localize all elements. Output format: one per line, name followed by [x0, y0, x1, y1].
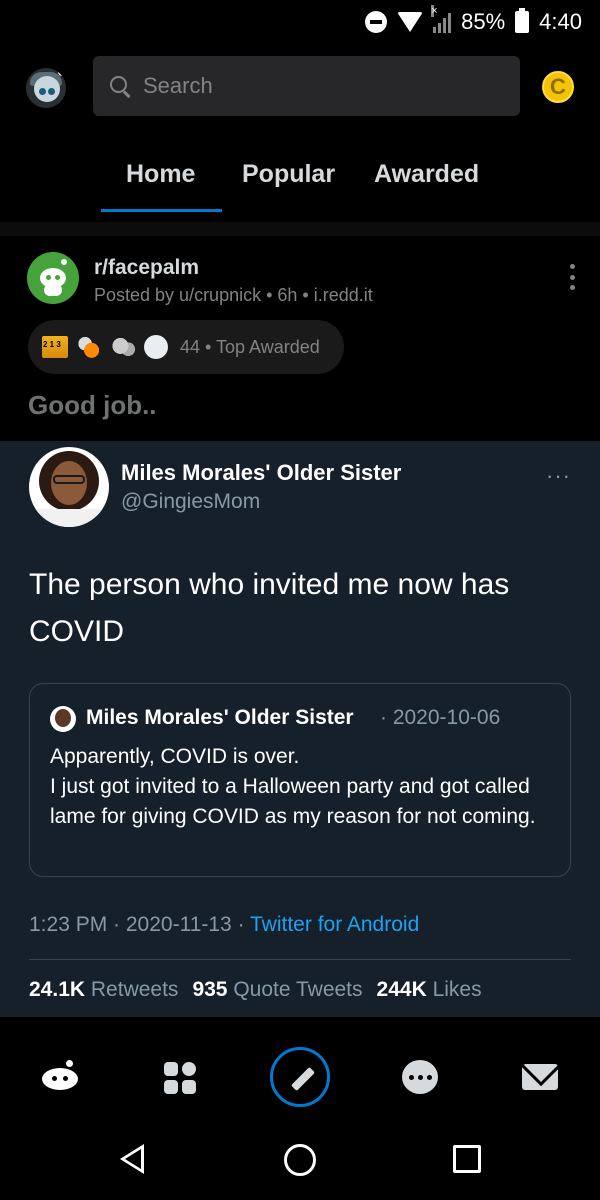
post-image-tweet[interactable]: Miles Morales' Older Sister @GingiesMom …	[0, 441, 600, 1017]
quotes-label: Quote Tweets	[233, 978, 363, 1001]
battery-icon	[515, 8, 530, 33]
tab-awarded[interactable]: Awarded	[374, 160, 479, 189]
quoted-text: Apparently, COVID is over. I just got in…	[50, 742, 550, 832]
pencil-icon	[290, 1066, 316, 1092]
retweets-label: Retweets	[90, 978, 179, 1001]
tab-popular[interactable]: Popular	[242, 160, 335, 189]
quoted-avatar	[50, 706, 76, 732]
search-bar[interactable]	[93, 56, 520, 116]
tweet-avatar	[29, 447, 109, 527]
tweet-source: Twitter for Android	[250, 913, 420, 936]
system-nav-bar	[0, 1120, 600, 1200]
quoted-text-line-1: Apparently, COVID is over.	[50, 745, 300, 768]
search-input[interactable]	[143, 73, 483, 99]
back-icon[interactable]	[120, 1144, 144, 1174]
post-title[interactable]: Good job..	[28, 390, 157, 421]
tweet-author-name: Miles Morales' Older Sister	[121, 460, 402, 485]
do-not-disturb-icon	[365, 11, 388, 33]
clock: 4:40	[539, 9, 582, 34]
user-avatar[interactable]	[26, 68, 66, 108]
signal-icon: ×	[431, 5, 452, 33]
tab-home[interactable]: Home	[126, 160, 195, 189]
wifi-icon	[397, 12, 424, 32]
recents-square-icon[interactable]	[453, 1145, 481, 1173]
chat-icon[interactable]	[402, 1060, 438, 1094]
search-icon	[109, 75, 131, 97]
awards-count: 44	[180, 336, 201, 357]
podium-award-icon	[42, 336, 68, 358]
inbox-mail-icon[interactable]	[522, 1064, 558, 1090]
status-bar: × 85% 4:40	[0, 0, 600, 44]
silver-award-icon	[144, 335, 168, 359]
likes-label: Likes	[432, 978, 482, 1001]
retweets-count: 24.1K	[29, 978, 86, 1001]
battery-percent: 85%	[461, 9, 506, 34]
quotes-count: 935	[192, 978, 228, 1001]
quoted-tweet: Miles Morales' Older Sister · 2020-10-06…	[29, 683, 571, 877]
subreddit-name[interactable]: r/facepalm	[94, 256, 199, 280]
quoted-author-name: Miles Morales' Older Sister	[86, 706, 354, 729]
create-post-button[interactable]	[270, 1047, 330, 1107]
tweet-timestamp: 1:23 PM · 2020-11-13 · Twitter for Andro…	[29, 913, 419, 937]
feed-tabs: Home Popular Awarded	[0, 150, 600, 212]
bottom-nav	[0, 1030, 600, 1120]
active-tab-indicator	[101, 209, 222, 212]
post-header: r/facepalm Posted by u/crupnick • 6h • i…	[0, 252, 600, 312]
communities-icon[interactable]	[164, 1062, 196, 1094]
quoted-text-line-2: I just got invited to a Halloween party …	[50, 775, 536, 828]
tweet-author-handle: @GingiesMom	[121, 490, 261, 513]
post-meta: Posted by u/crupnick • 6h • i.redd.it	[94, 285, 373, 305]
awards-pill[interactable]: 44 • Top Awarded	[28, 320, 344, 374]
awards-label: Top Awarded	[216, 336, 320, 357]
tweet-stats: 24.1K Retweets 935 Quote Tweets 244K Lik…	[29, 978, 482, 1002]
app-header: C	[0, 56, 600, 118]
fire-award-icon	[76, 336, 102, 358]
coin-icon[interactable]: C	[542, 71, 574, 103]
facepalm-award-icon	[110, 336, 136, 358]
tweet-time: 1:23 PM · 2020-11-13 ·	[29, 913, 251, 936]
likes-count: 244K	[376, 978, 427, 1001]
home-snoo-icon[interactable]	[40, 1060, 80, 1092]
more-options-icon[interactable]	[570, 264, 576, 290]
subreddit-icon[interactable]	[27, 252, 79, 304]
divider	[0, 222, 600, 236]
divider	[29, 959, 571, 960]
online-dot-icon	[58, 68, 66, 76]
tweet-text: The person who invited me now has COVID	[29, 568, 510, 648]
tweet-more-icon: ···	[546, 463, 571, 488]
quoted-date: · 2020-10-06	[380, 706, 501, 729]
home-circle-icon[interactable]	[284, 1144, 316, 1176]
